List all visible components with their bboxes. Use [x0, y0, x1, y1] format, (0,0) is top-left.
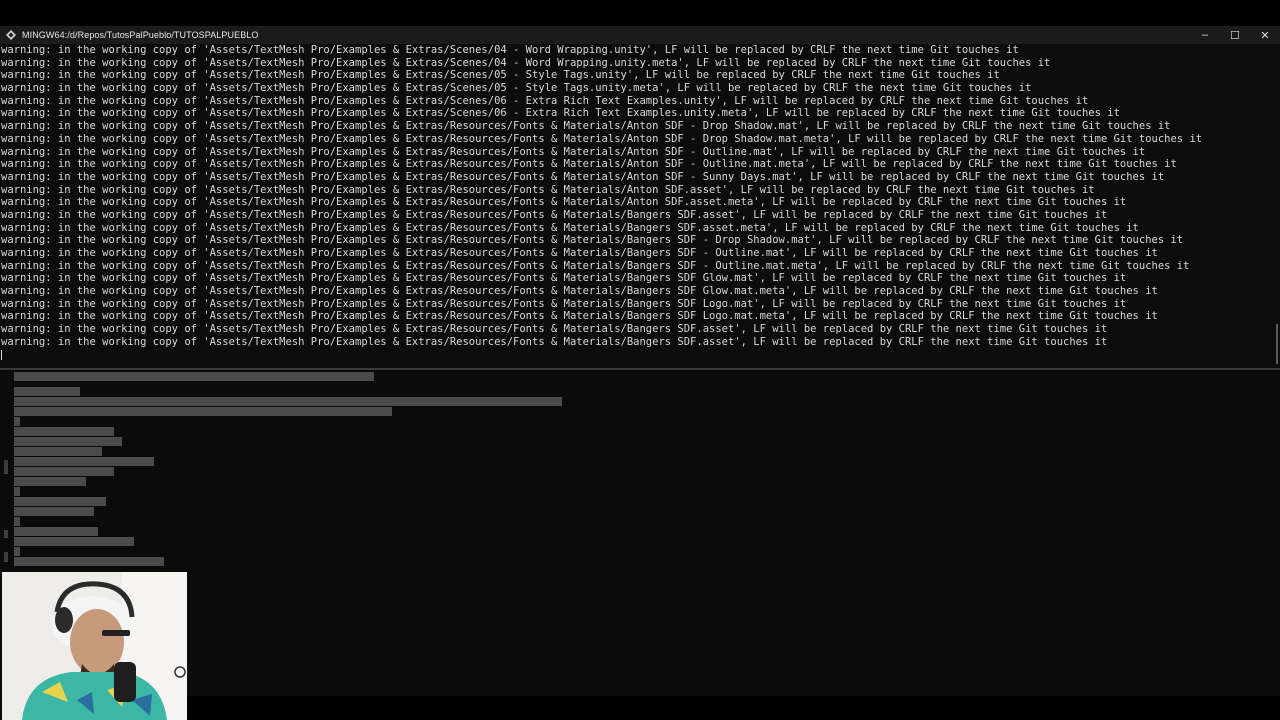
terminal-line: warning: in the working copy of 'Assets/…	[1, 82, 1032, 95]
selection-block	[14, 457, 154, 466]
selection-block	[14, 547, 20, 556]
terminal-scrollbar[interactable]	[1272, 44, 1280, 368]
terminal-line: warning: in the working copy of 'Assets/…	[1, 196, 1127, 209]
prompt-line[interactable]	[0, 349, 1272, 362]
selection-block	[14, 527, 98, 536]
terminal-line: warning: in the working copy of 'Assets/…	[1, 170, 1165, 183]
maximize-button[interactable]: ☐	[1220, 26, 1250, 44]
close-button[interactable]: ✕	[1250, 26, 1280, 44]
terminal-line: warning: in the working copy of 'Assets/…	[1, 297, 1127, 310]
terminal-line: warning: in the working copy of 'Assets/…	[1, 335, 1108, 348]
text-cursor	[1, 349, 2, 360]
selection-block	[14, 507, 94, 516]
selection-block	[14, 427, 114, 436]
terminal-output[interactable]: warning: in the working copy of 'Assets/…	[0, 44, 1272, 368]
selection-block	[14, 447, 102, 456]
terminal-line: warning: in the working copy of 'Assets/…	[1, 94, 1089, 107]
selection-block	[14, 537, 134, 546]
terminal-line: warning: in the working copy of 'Assets/…	[1, 234, 1184, 247]
screen-top-area	[0, 0, 1280, 26]
selection-block	[14, 487, 20, 496]
terminal-line: warning: in the working copy of 'Assets/…	[1, 285, 1158, 298]
terminal-line: warning: in the working copy of 'Assets/…	[1, 145, 1146, 158]
terminal-line: warning: in the working copy of 'Assets/…	[1, 272, 1127, 285]
terminal-line: warning: in the working copy of 'Assets/…	[1, 259, 1190, 272]
terminal-line: warning: in the working copy of 'Assets/…	[1, 44, 1019, 56]
streamer-camera-image	[2, 572, 187, 720]
terminal-line: warning: in the working copy of 'Assets/…	[1, 323, 1108, 336]
terminal-line: warning: in the working copy of 'Assets/…	[1, 208, 1108, 221]
window-title: MINGW64:/d/Repos/TutosPalPueblo/TUTOSPAL…	[22, 30, 259, 40]
terminal-line: warning: in the working copy of 'Assets/…	[1, 183, 1095, 196]
scrollbar-thumb[interactable]	[1276, 324, 1278, 364]
terminal-line: warning: in the working copy of 'Assets/…	[1, 247, 1158, 259]
selection-block	[14, 437, 122, 446]
selection-block	[14, 397, 562, 406]
selection-block	[14, 372, 374, 381]
terminal-line: warning: in the working copy of 'Assets/…	[1, 158, 1177, 171]
webcam-overlay	[2, 572, 187, 720]
selection-block	[14, 497, 106, 506]
git-bash-icon	[6, 30, 16, 40]
window-titlebar[interactable]: MINGW64:/d/Repos/TutosPalPueblo/TUTOSPAL…	[0, 26, 1280, 44]
selection-block	[14, 517, 20, 526]
selection-block	[14, 407, 392, 416]
terminal-line: warning: in the working copy of 'Assets/…	[1, 69, 1000, 82]
screen-bottom-area	[187, 696, 1280, 720]
selection-block	[14, 417, 20, 426]
selection-block	[14, 467, 114, 476]
terminal-line: warning: in the working copy of 'Assets/…	[1, 120, 1171, 133]
terminal-line: warning: in the working copy of 'Assets/…	[1, 132, 1203, 145]
selection-block	[14, 477, 86, 486]
selection-block	[14, 387, 80, 396]
terminal-line: warning: in the working copy of 'Assets/…	[1, 107, 1120, 120]
minimize-button[interactable]: –	[1190, 26, 1220, 44]
terminal-line: warning: in the working copy of 'Assets/…	[1, 221, 1139, 234]
selection-block	[14, 557, 164, 566]
editor-gutter	[4, 370, 10, 570]
background-editor	[0, 370, 1280, 696]
terminal-line: warning: in the working copy of 'Assets/…	[1, 310, 1158, 323]
terminal-line: warning: in the working copy of 'Assets/…	[1, 56, 1051, 69]
